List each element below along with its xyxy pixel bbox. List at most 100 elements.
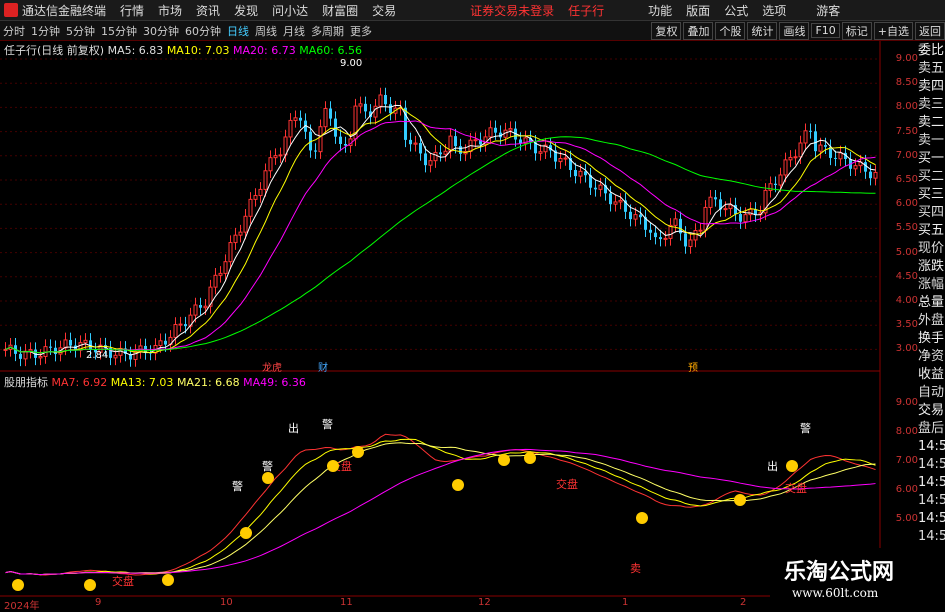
signal-label: 警 [232,479,243,493]
candle-body [419,143,422,154]
candle-body [364,103,367,112]
y-tick: 3.50 [895,319,918,331]
event-longhu[interactable]: 龙虎 [262,359,282,374]
candle-body [443,150,448,155]
panel-label: 卖一 [918,133,945,148]
candle-body [199,304,202,308]
panel-label: 14:50 [918,529,945,544]
signal-label: 交盘 [112,574,134,588]
smiley-icon [240,527,252,539]
panel-label: 14:50 [918,511,945,526]
x-tick: 9 [95,597,102,608]
event-forecast[interactable]: 预 [688,359,698,374]
ma20-label: MA20: 6.73 [233,44,296,57]
panel-label: 外盘 [918,313,945,328]
candle-body [574,170,577,177]
indicator-title: 股朋指标 [4,376,48,389]
candle-body [639,214,642,218]
panel-label: 盘后 [918,421,945,436]
candle-body [618,199,623,203]
ind-y-tick: 8.00 [895,426,918,437]
candle-body [49,346,52,348]
candle-body [228,242,233,263]
candle-body [3,348,8,351]
candle-body [834,157,837,159]
candle-body [793,156,798,159]
ma5-label: MA5: 6.83 [107,44,164,57]
candle-body [178,323,183,326]
panel-label: 卖二 [918,115,945,130]
panel-label: 净资 [918,349,945,364]
y-tick: 5.50 [895,222,918,234]
indicator-line [5,448,876,576]
candle-body [389,104,392,114]
smiley-icon [12,579,24,591]
event-finance[interactable]: 财 [318,359,328,374]
candle-body [633,214,638,220]
panel-label: 现价 [918,241,945,256]
smiley-icon [162,574,174,586]
candle-body [654,232,657,238]
ind-y-tick: 6.00 [895,484,918,495]
signal-label: 出 [767,459,778,473]
candle-body [63,339,68,349]
candle-body [783,159,788,176]
candle-body [384,94,387,105]
ind-ma21-label: MA21: 6.68 [176,376,240,389]
chart-title: 任子行(日线 前复权) [4,44,105,57]
kline-chart[interactable]: 出警警警交盘交盘卖交盘出警交盘 [0,0,945,609]
signal-label: 卖 [630,562,641,575]
candle-body [373,105,378,118]
candle-body [659,237,662,240]
candle-body [459,146,462,154]
panel-label: 换手 [918,331,945,346]
candle-body [873,171,878,179]
candle-body [358,103,363,107]
right-side-panel: 委比 卖五 卖四 卖三 卖二 卖一 买一 买二 买三 买四 买五 现价 涨跌 涨幅 总量 外盘 换手 净资 收益 自动… [918,42,945,546]
candle-body [454,136,457,147]
candle-body [344,143,347,146]
candle-body [193,304,198,316]
candle-body [314,150,317,152]
panel-label: 涨幅 [918,277,945,292]
candle-body [268,157,273,172]
ind-ma49-label: MA49: 6.36 [243,376,306,389]
candle-body [273,155,278,159]
panel-label: 14:50 [918,475,945,490]
x-tick: 12 [478,597,491,608]
panel-label: 卖五 [918,61,945,76]
smiley-icon [352,446,364,458]
candle-body [668,224,673,239]
panel-label: 总量 [918,295,945,310]
smiley-icon [786,460,798,472]
candle-body [488,127,493,138]
candle-body [113,354,118,359]
ind-ma13-label: MA13: 7.03 [110,376,174,389]
candle-body [54,347,57,355]
candle-body [184,324,187,327]
candle-body [693,230,698,241]
ind-y-tick: 9.00 [895,397,918,408]
candle-body [578,170,583,177]
candle-body [424,153,427,166]
smiley-icon [734,494,746,506]
ma60-label: MA60: 6.56 [299,44,362,57]
candle-body [248,198,253,217]
candle-body [243,215,248,233]
candle-body [473,139,478,142]
candle-body [439,152,442,155]
candle-body [278,154,283,157]
candle-body [173,324,178,338]
ma-line [5,106,876,354]
candle-body [814,131,817,152]
high-price-label: 9.00 [340,58,363,69]
candle-body [869,171,872,179]
smiley-icon [498,454,510,466]
y-tick: 6.00 [895,198,918,210]
y-tick: 5.00 [895,246,918,258]
ind-y-tick: 5.00 [895,513,918,524]
candle-body [663,237,668,240]
y-tick: 6.50 [895,174,918,185]
candle-body [293,117,298,121]
indicator-line [5,433,876,576]
